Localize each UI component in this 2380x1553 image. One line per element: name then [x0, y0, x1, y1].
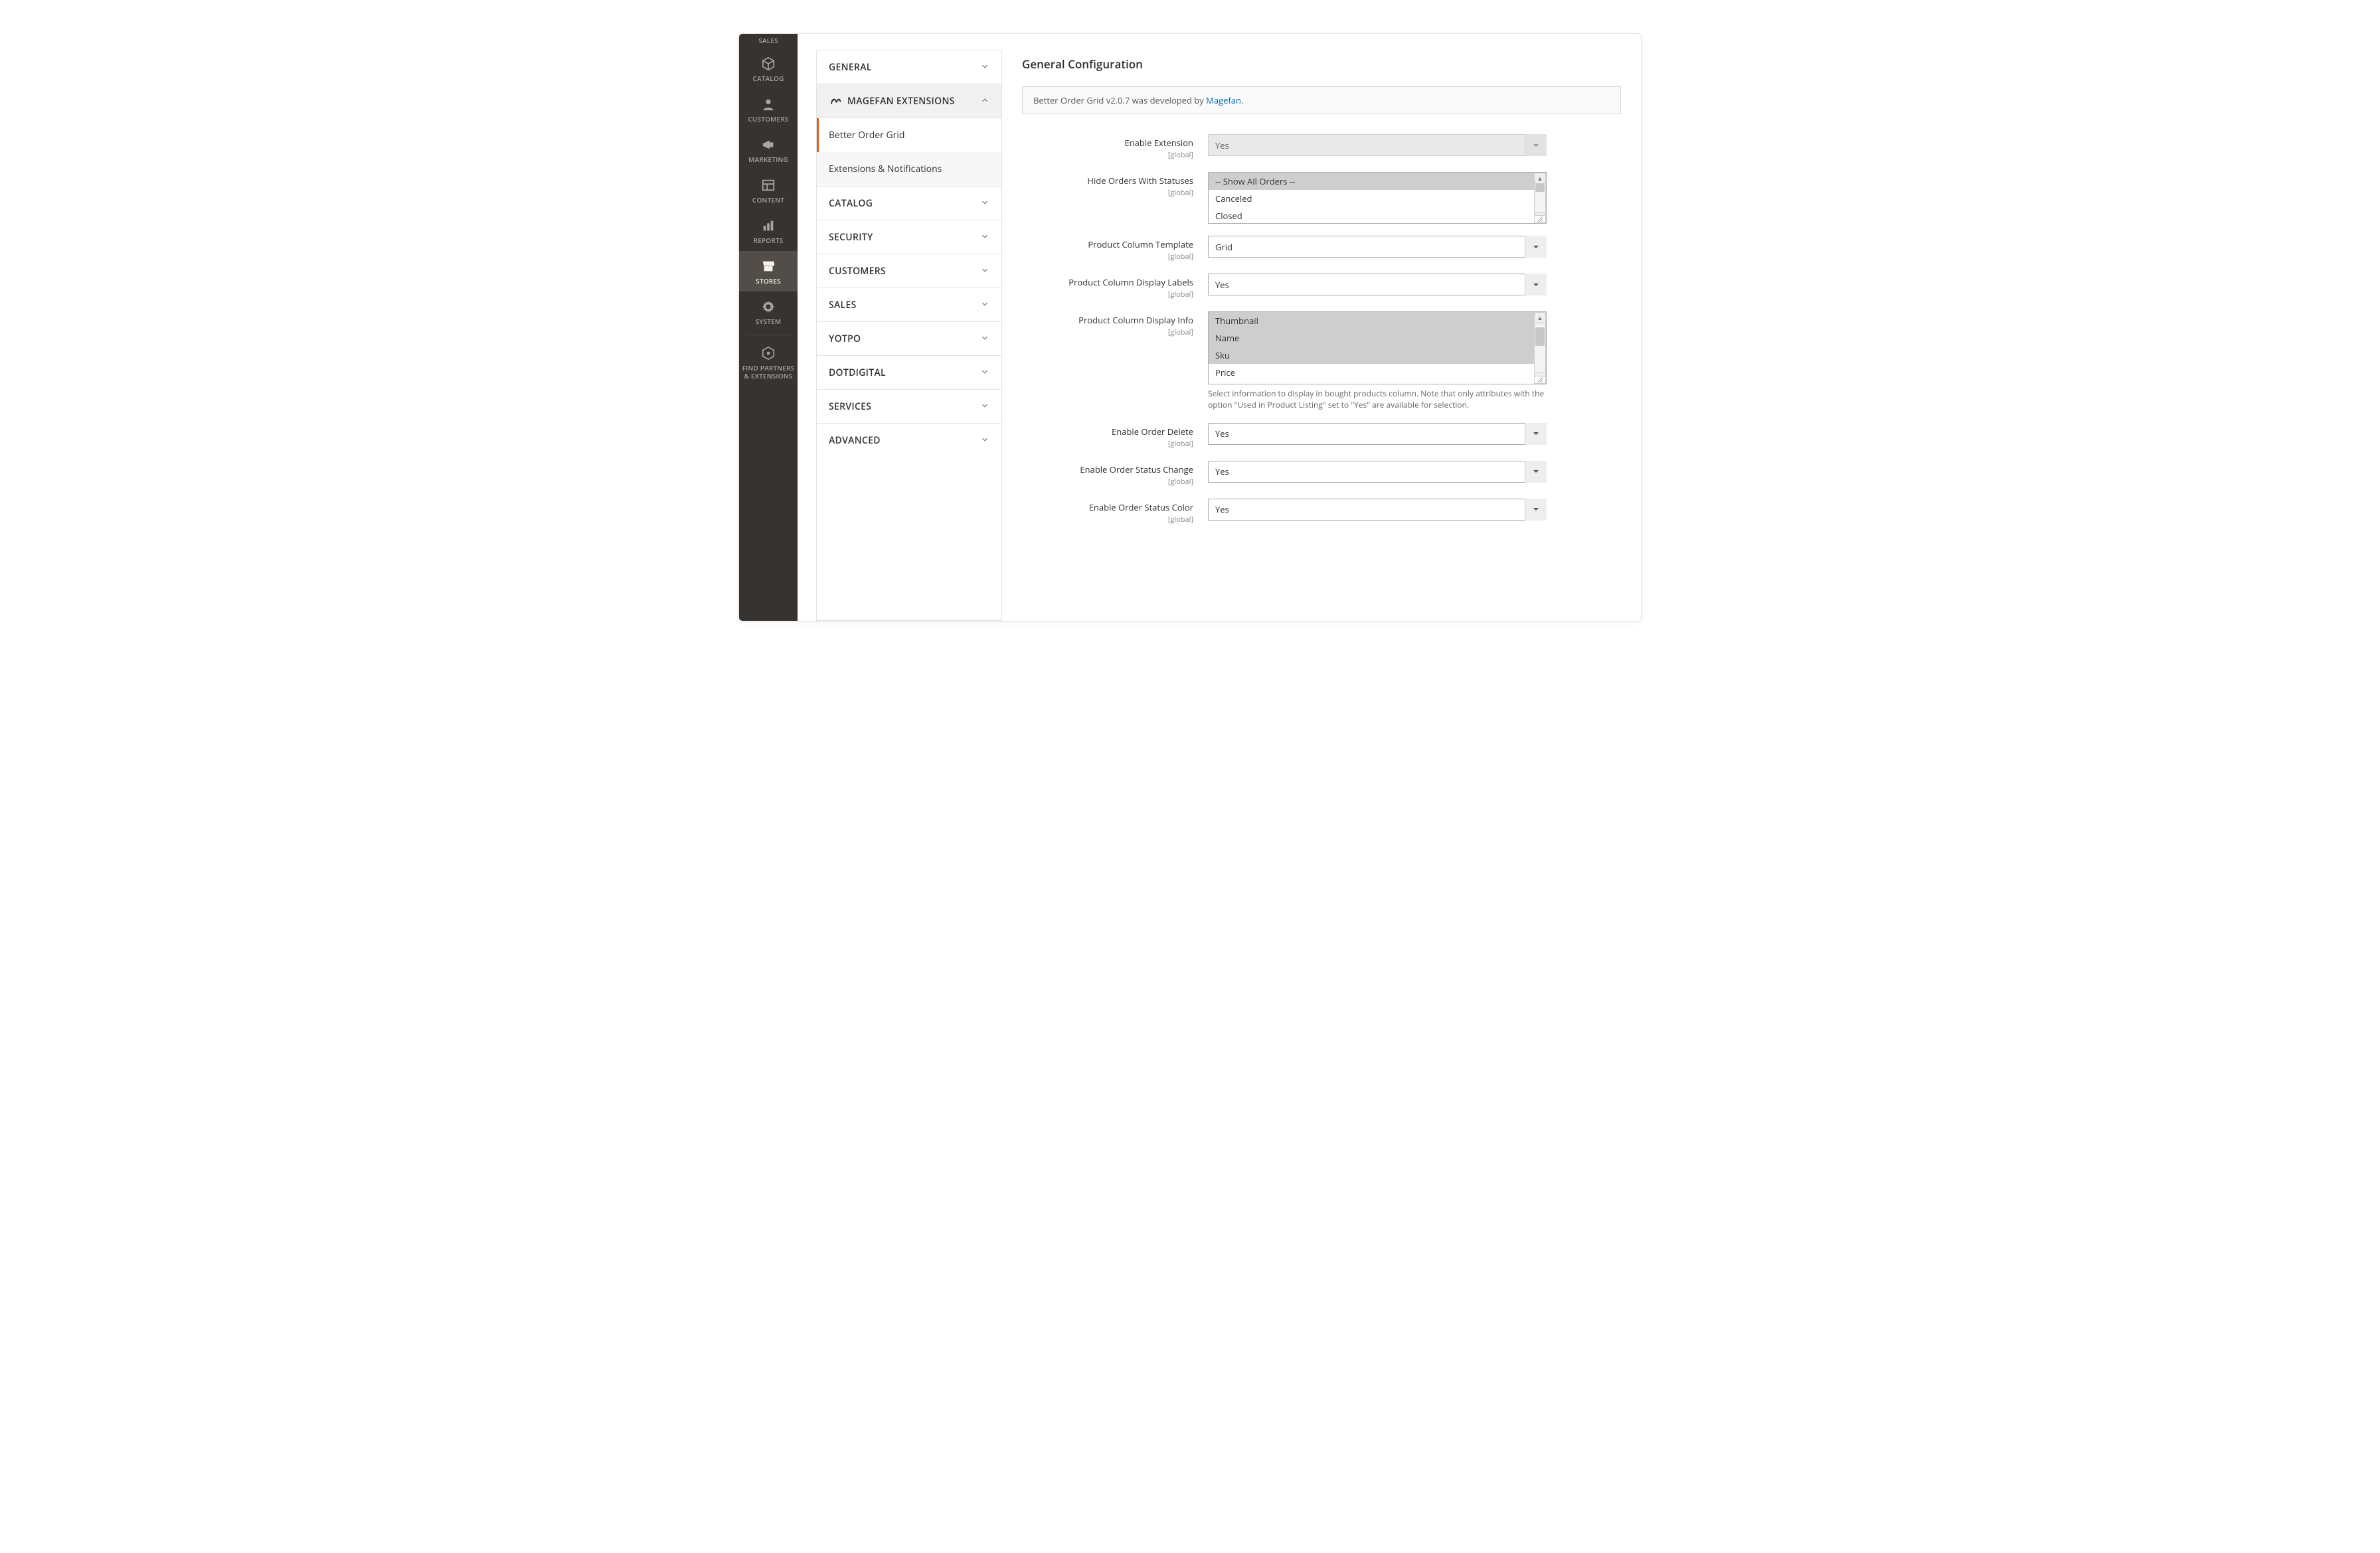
config-sub-better-order-grid[interactable]: Better Order Grid	[817, 118, 1001, 152]
gear-icon	[760, 299, 776, 315]
multiselect-product-info[interactable]: Thumbnail Name Sku Price ▲ ▼	[1208, 311, 1547, 384]
help-text-product-info: Select information to display in bought …	[1208, 388, 1547, 411]
config-section-sales[interactable]: SALES	[817, 288, 1001, 322]
label-product-labels: Product Column Display Labels	[1068, 276, 1193, 288]
multiselect-hide-orders[interactable]: -- Show All Orders -- Canceled Closed ▲ …	[1208, 172, 1547, 224]
option-sku[interactable]: Sku	[1209, 347, 1534, 364]
puzzle-icon	[760, 345, 776, 361]
magefan-logo-icon	[829, 94, 842, 108]
select-product-template[interactable]: Grid	[1208, 236, 1547, 258]
chevron-down-icon	[980, 433, 989, 448]
store-icon	[760, 258, 776, 274]
layout-icon	[760, 177, 776, 193]
label-product-template: Product Column Template	[1088, 238, 1193, 250]
admin-sidebar: SALES CATALOG CUSTOMERS MARKETING CONTEN…	[739, 34, 798, 621]
config-section-general[interactable]: GENERAL	[817, 50, 1001, 84]
option-name[interactable]: Name	[1209, 329, 1534, 347]
label-enable-delete: Enable Order Delete	[1112, 426, 1193, 438]
chevron-down-icon	[980, 196, 989, 210]
config-section-security[interactable]: SECURITY	[817, 220, 1001, 254]
select-enable-delete[interactable]: Yes	[1208, 423, 1547, 445]
scroll-track[interactable]	[1534, 184, 1546, 212]
nav-item-system[interactable]: SYSTEM	[739, 291, 798, 332]
config-section-dotdigital[interactable]: DOTDIGITAL	[817, 356, 1001, 390]
chevron-down-icon	[980, 230, 989, 244]
magefan-link[interactable]: Magefan	[1206, 94, 1241, 106]
chevron-down-icon	[980, 331, 989, 346]
config-sub-extensions-notifications[interactable]: Extensions & Notifications	[817, 152, 1001, 186]
config-section-customers[interactable]: CUSTOMERS	[817, 254, 1001, 288]
option-canceled[interactable]: Canceled	[1209, 190, 1534, 207]
box-icon	[760, 56, 776, 72]
config-section-advanced[interactable]: ADVANCED	[817, 424, 1001, 457]
nav-item-partners[interactable]: FIND PARTNERS & EXTENSIONS	[739, 338, 798, 386]
developer-notice: Better Order Grid v2.0.7 was developed b…	[1022, 86, 1621, 114]
label-enable-status-change: Enable Order Status Change	[1080, 463, 1193, 475]
chevron-down-icon	[980, 399, 989, 414]
nav-item-catalog[interactable]: CATALOG	[739, 48, 798, 89]
select-enable-status-color[interactable]: Yes	[1208, 499, 1547, 521]
nav-item-reports[interactable]: REPORTS	[739, 210, 798, 251]
section-title: General Configuration	[1022, 56, 1621, 72]
scroll-up-icon[interactable]: ▲	[1534, 312, 1546, 323]
config-sidebar: GENERAL MAGEFAN EXTENSIONS Better Order …	[816, 50, 1002, 621]
label-hide-orders: Hide Orders With Statuses	[1087, 175, 1193, 187]
select-product-labels[interactable]: Yes	[1208, 274, 1547, 295]
nav-item-marketing[interactable]: MARKETING	[739, 129, 798, 170]
option-show-all-orders[interactable]: -- Show All Orders --	[1209, 173, 1534, 190]
nav-item-customers[interactable]: CUSTOMERS	[739, 89, 798, 129]
chevron-down-icon	[980, 297, 989, 312]
config-form: General Configuration Better Order Grid …	[1002, 50, 1641, 621]
bar-chart-icon	[760, 218, 776, 234]
scroll-up-icon[interactable]: ▲	[1534, 173, 1546, 184]
nav-item-sales[interactable]: SALES	[739, 34, 798, 48]
megaphone-icon	[760, 137, 776, 153]
chevron-down-icon	[980, 60, 989, 74]
person-icon	[760, 96, 776, 112]
option-price[interactable]: Price	[1209, 364, 1534, 381]
resize-handle-icon[interactable]	[1534, 215, 1546, 223]
chevron-down-icon	[980, 365, 989, 380]
resize-handle-icon[interactable]	[1534, 376, 1546, 384]
config-section-magefan[interactable]: MAGEFAN EXTENSIONS	[817, 84, 1001, 118]
config-section-catalog[interactable]: CATALOG	[817, 187, 1001, 220]
select-enable-extension: Yes	[1208, 134, 1547, 156]
nav-item-content[interactable]: CONTENT	[739, 170, 798, 210]
config-section-yotpo[interactable]: YOTPO	[817, 322, 1001, 356]
chevron-down-icon	[980, 264, 989, 278]
label-enable-extension: Enable Extension	[1124, 137, 1193, 149]
label-enable-status-color: Enable Order Status Color	[1089, 501, 1193, 513]
select-enable-status-change[interactable]: Yes	[1208, 461, 1547, 483]
label-product-info: Product Column Display Info	[1078, 314, 1193, 326]
option-thumbnail[interactable]: Thumbnail	[1209, 312, 1534, 329]
option-closed[interactable]: Closed	[1209, 207, 1534, 223]
nav-item-stores[interactable]: STORES	[739, 251, 798, 291]
scroll-track[interactable]	[1534, 323, 1546, 372]
config-section-services[interactable]: SERVICES	[817, 390, 1001, 424]
chevron-up-icon	[980, 94, 989, 108]
